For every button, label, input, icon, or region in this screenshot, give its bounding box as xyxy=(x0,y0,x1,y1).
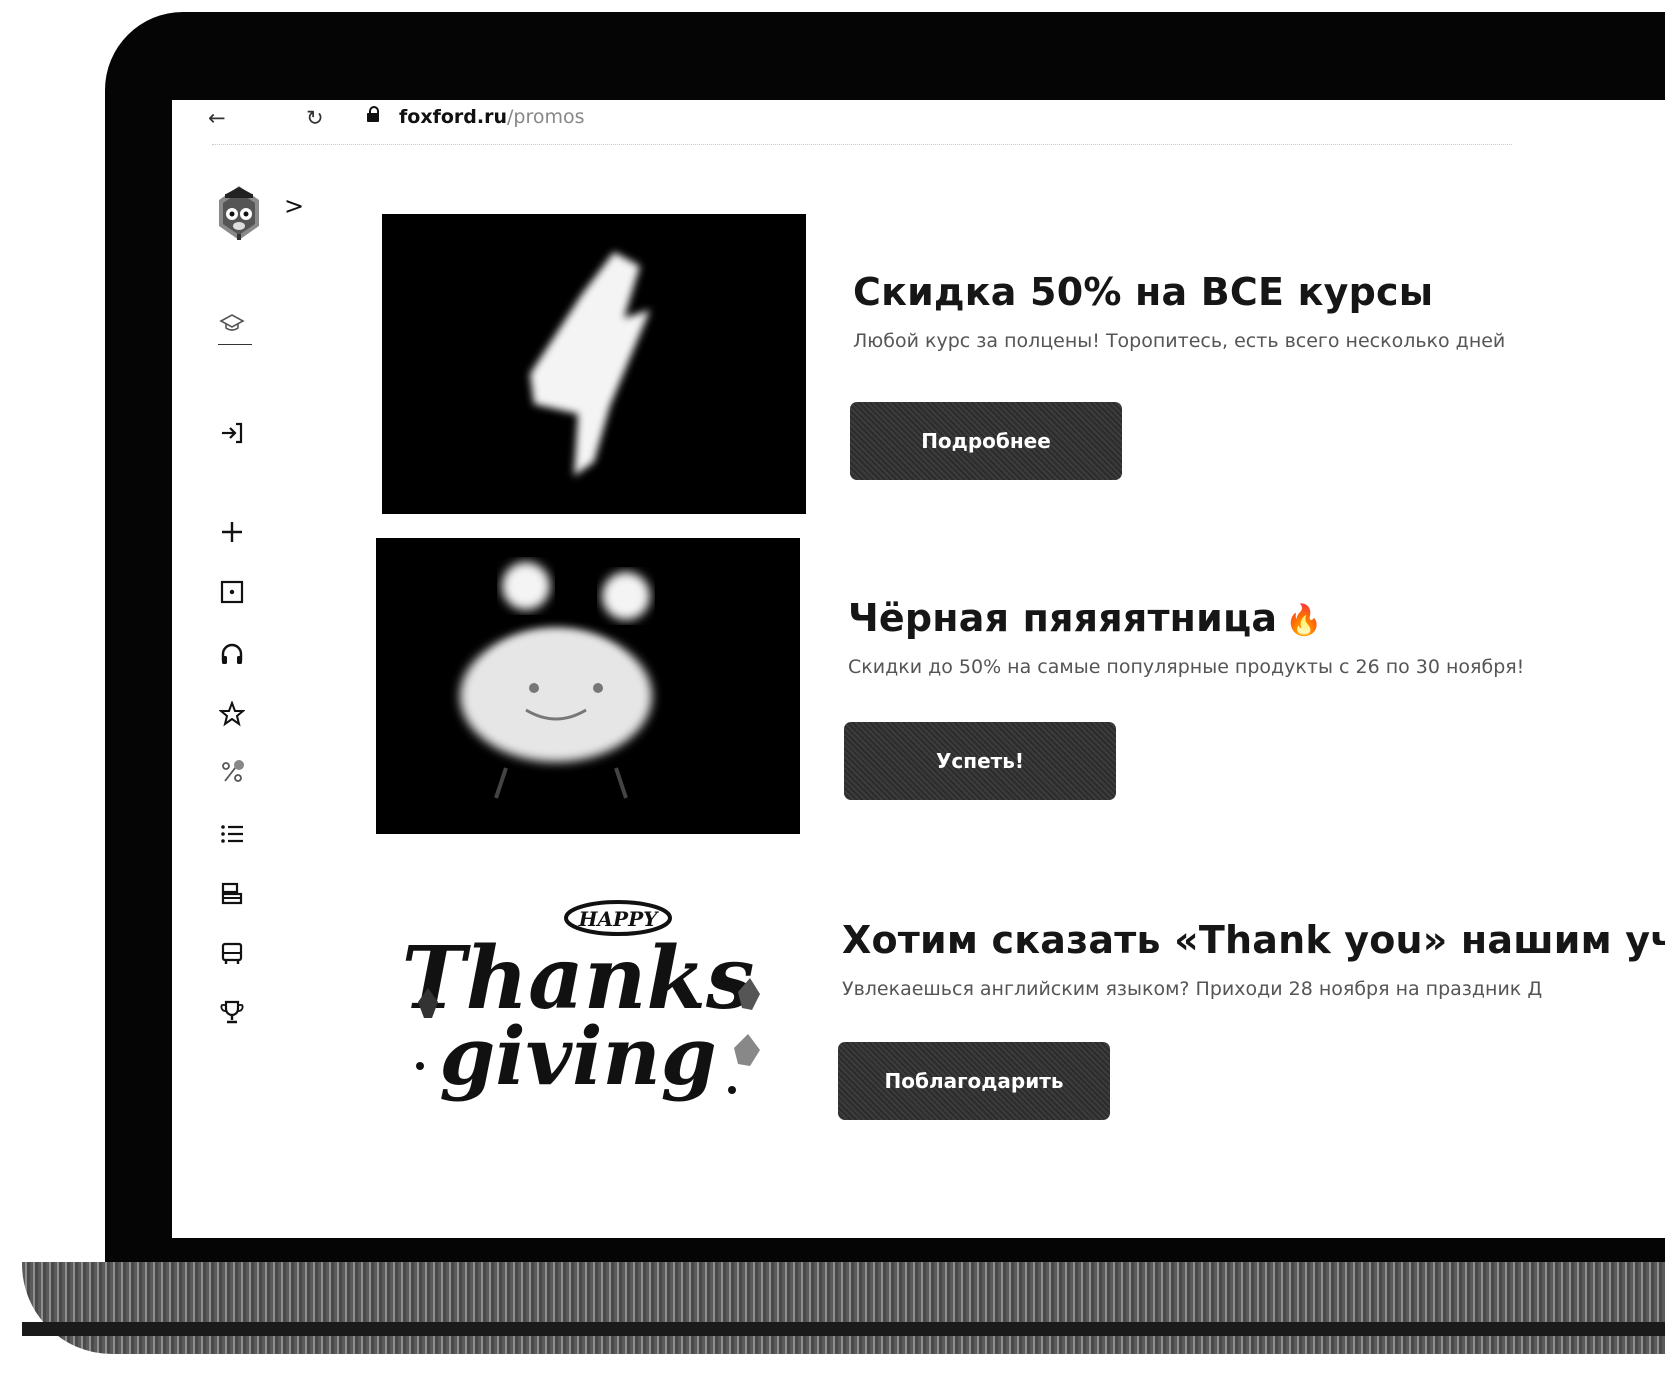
url-domain: foxford.ru xyxy=(399,106,507,128)
promo-2-button[interactable]: Успеть! xyxy=(844,722,1116,800)
plus-icon[interactable] xyxy=(212,512,252,552)
fire-emoji-icon: 🔥 xyxy=(1285,603,1323,638)
back-arrow-icon[interactable]: ← xyxy=(208,108,226,129)
laptop-base xyxy=(22,1262,1665,1354)
headphones-icon[interactable] xyxy=(212,634,252,674)
address-bar[interactable]: foxford.ru/promos xyxy=(399,106,585,128)
percent-icon[interactable] xyxy=(212,752,252,792)
promo-1-title: Скидка 50% на ВСЕ курсы xyxy=(853,270,1434,314)
expand-chevron-icon[interactable]: > xyxy=(284,192,304,220)
toolbar-divider xyxy=(212,144,1512,145)
bus-icon[interactable] xyxy=(212,934,252,974)
trophy-icon[interactable] xyxy=(212,992,252,1032)
svg-text:giving: giving xyxy=(439,1009,716,1103)
sidebar-divider xyxy=(218,344,252,345)
lock-icon xyxy=(367,106,379,124)
layers-icon[interactable] xyxy=(212,874,252,914)
login-icon[interactable] xyxy=(212,413,252,453)
url-path: /promos xyxy=(506,106,585,128)
promo-2-title: Чёрная пяяяятница xyxy=(848,596,1278,640)
list-icon[interactable] xyxy=(212,814,252,854)
foxford-logo-icon[interactable] xyxy=(214,184,264,242)
reload-icon[interactable]: ↻ xyxy=(306,108,324,129)
square-dot-icon[interactable] xyxy=(212,572,252,612)
promo-3-button[interactable]: Поблагодарить xyxy=(838,1042,1110,1120)
promo-3-description: Увлекаешься английским языком? Приходи 2… xyxy=(842,978,1543,1000)
promo-2-alarm-clock-image[interactable] xyxy=(376,538,800,834)
promo-1-lightning-image[interactable] xyxy=(382,214,806,514)
promo-1-text: Скидка 50% на ВСЕ курсы Любой курс за по… xyxy=(853,270,1505,352)
browser-toolbar: ← ↻ foxford.ru/promos xyxy=(172,100,1665,140)
promo-3-title: Хотим сказать «Thank you» нашим учен xyxy=(842,918,1665,962)
promo-1-description: Любой курс за полцены! Торопитесь, есть … xyxy=(853,330,1506,352)
promo-2-text: Чёрная пяяяятница 🔥 Скидки до 50% на самы… xyxy=(848,596,1524,678)
promo-1-button[interactable]: Подробнее xyxy=(850,402,1122,480)
browser-window: ← ↻ foxford.ru/promos > Скидка 50% на ВС… xyxy=(172,100,1665,1238)
promo-3-text: Хотим сказать «Thank you» нашим учен Увл… xyxy=(842,918,1665,1000)
promo-2-description: Скидки до 50% на самые популярные продук… xyxy=(848,656,1525,678)
graduation-cap-icon[interactable] xyxy=(212,302,252,342)
promo-3-thanksgiving-image[interactable]: HAPPY Thanks giving xyxy=(386,880,770,1112)
star-icon[interactable] xyxy=(212,694,252,734)
